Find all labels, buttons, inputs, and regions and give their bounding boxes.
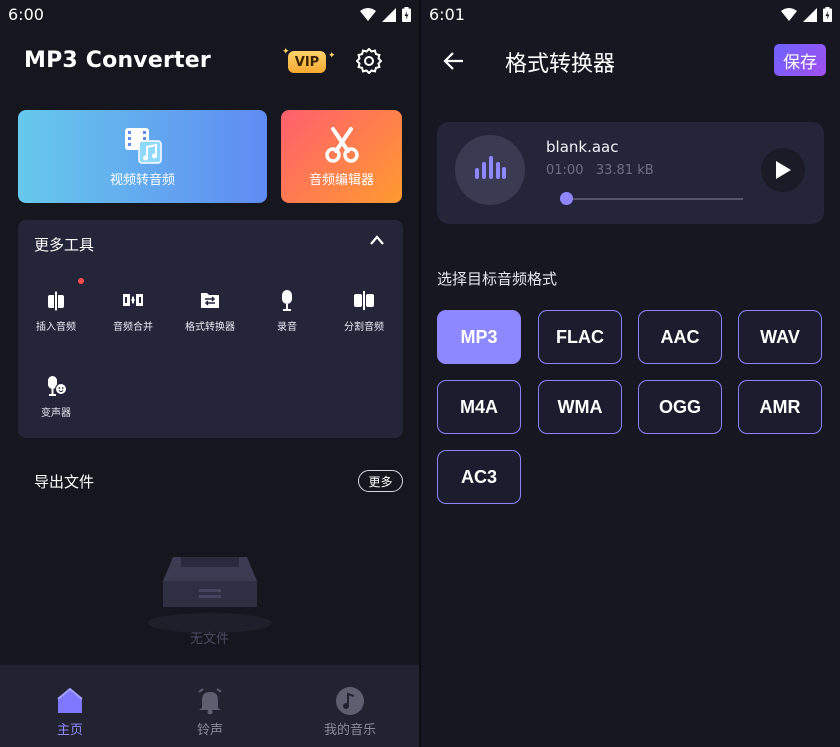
more-tools-title: 更多工具 [34, 236, 95, 254]
seek-bar-thumb[interactable] [560, 192, 573, 205]
tile-label: 视频转音频 [109, 173, 175, 188]
format-option-aac[interactable]: AAC [638, 310, 722, 364]
tool-label: 变声器 [41, 408, 71, 419]
waveform-icon [475, 156, 506, 179]
save-button[interactable]: 保存 [774, 44, 826, 76]
tool-label: 录音 [277, 322, 297, 333]
status-time: 6:01 [429, 5, 465, 24]
format-option-ac3[interactable]: AC3 [437, 450, 521, 504]
tool-label: 插入音频 [36, 322, 76, 333]
format-converter-screen: 6:01 格式转换器 保存 blank.aac 01:00 33.81 kB 选… [421, 0, 840, 747]
tool-label: 格式转换器 [185, 322, 235, 333]
file-duration: 01:00 [546, 163, 584, 178]
bell-icon [198, 688, 222, 715]
sparkle-icon: ✦ [328, 51, 336, 61]
merge-audio-icon [123, 294, 143, 306]
format-option-ogg[interactable]: OGG [638, 380, 722, 434]
wifi-icon [781, 8, 797, 21]
video-to-audio-icon [124, 128, 162, 164]
file-meta: 01:00 33.81 kB [546, 163, 654, 178]
voice-changer-icon [48, 376, 67, 396]
format-option-amr[interactable]: AMR [738, 380, 822, 434]
status-time: 6:00 [8, 5, 44, 24]
scissors-icon [324, 127, 359, 163]
home-screen: 6:00 MP3 Converter ✦ ✦ VIP 视频转音频 音频编辑器 更… [0, 0, 419, 747]
empty-box-icon [148, 557, 272, 633]
format-option-wma[interactable]: WMA [538, 380, 622, 434]
nav-ringtone[interactable]: 铃声 [140, 665, 280, 747]
notification-dot [78, 278, 84, 284]
audio-thumbnail [455, 135, 525, 205]
video-to-audio-tile[interactable]: 视频转音频 [18, 110, 267, 203]
status-bar: 6:00 [0, 0, 419, 30]
status-icons [781, 7, 832, 22]
tool-merge-audio[interactable]: 音频合并 [95, 288, 171, 333]
tool-label: 音频合并 [113, 322, 153, 333]
tool-label: 分割音频 [344, 322, 384, 333]
nav-my-music[interactable]: 我的音乐 [280, 665, 419, 747]
seek-bar-track[interactable] [566, 198, 743, 200]
music-note-icon [336, 687, 364, 715]
vip-badge[interactable]: VIP [288, 51, 326, 73]
tool-voice-changer[interactable]: 变声器 [18, 374, 94, 419]
more-tools-card: 更多工具 插入音频 音频合并 格式转换器 录音 分割音频 变声器 [18, 220, 403, 438]
audio-editor-tile[interactable]: 音频编辑器 [281, 110, 402, 203]
signal-icon [803, 7, 817, 22]
play-button[interactable] [761, 148, 805, 192]
format-converter-icon [201, 293, 219, 308]
wifi-icon [360, 8, 376, 21]
tile-label: 音频编辑器 [308, 173, 374, 188]
tool-record[interactable]: 录音 [249, 288, 325, 333]
play-icon [776, 161, 791, 179]
back-arrow-icon[interactable] [443, 50, 465, 72]
nav-home[interactable]: 主页 [0, 665, 140, 747]
nav-label: 铃声 [196, 723, 223, 738]
format-option-wav[interactable]: WAV [738, 310, 822, 364]
signal-icon [382, 7, 396, 22]
status-icons [360, 7, 411, 22]
split-audio-icon [354, 291, 374, 310]
home-icon [57, 687, 83, 713]
nav-label: 主页 [56, 723, 83, 738]
file-name: blank.aac [546, 138, 619, 156]
battery-icon [823, 7, 832, 22]
gear-icon[interactable] [356, 48, 382, 74]
insert-audio-icon [48, 290, 64, 312]
empty-state-text: 无文件 [189, 632, 229, 647]
format-option-m4a[interactable]: M4A [437, 380, 521, 434]
page-title: 格式转换器 [505, 52, 616, 77]
chevron-up-icon[interactable] [369, 234, 385, 246]
nav-label: 我的音乐 [323, 723, 376, 738]
format-option-mp3[interactable]: MP3 [437, 310, 521, 364]
bottom-navigation: 主页 铃声 我的音乐 [0, 665, 419, 747]
format-option-flac[interactable]: FLAC [538, 310, 622, 364]
status-bar: 6:01 [421, 0, 840, 30]
more-button[interactable]: 更多 [358, 470, 403, 492]
tool-split-audio[interactable]: 分割音频 [326, 288, 402, 333]
microphone-icon [282, 290, 292, 311]
file-size: 33.81 kB [595, 163, 654, 178]
exported-files-title: 导出文件 [34, 473, 95, 491]
app-title: MP3 Converter [24, 48, 211, 73]
format-section-label: 选择目标音频格式 [437, 270, 558, 288]
battery-icon [402, 7, 411, 22]
audio-player-card: blank.aac 01:00 33.81 kB [437, 122, 824, 224]
tool-format-converter[interactable]: 格式转换器 [172, 288, 248, 333]
tool-insert-audio[interactable]: 插入音频 [18, 288, 94, 333]
